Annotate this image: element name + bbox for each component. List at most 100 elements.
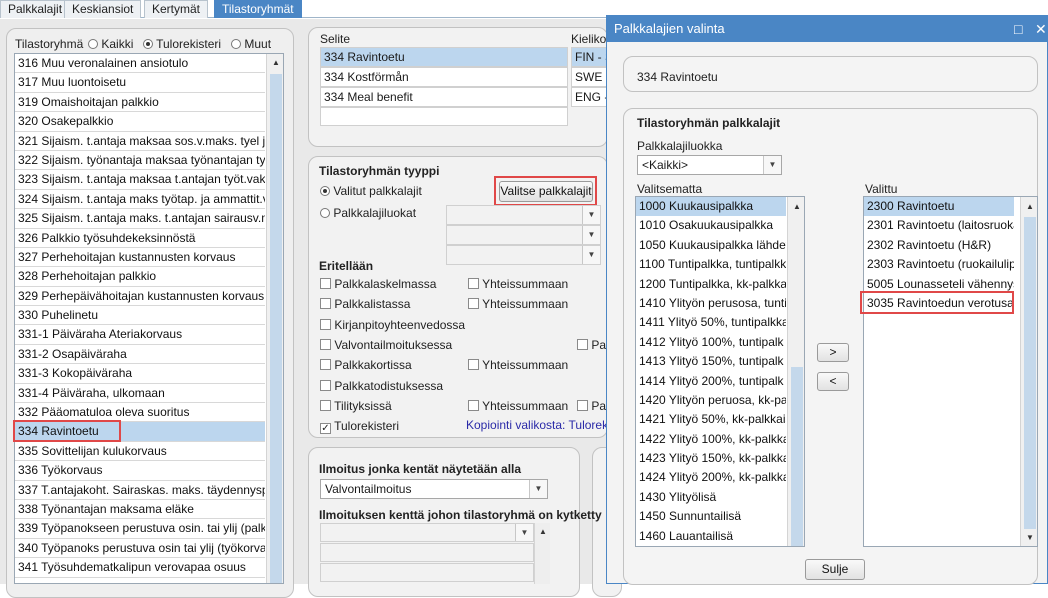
checkbox-palkkalistassa[interactable]: Palkkalistassa [320,297,410,311]
unselected-item[interactable]: 1424 Ylityö 200%, kk-palkka [636,468,786,487]
scroll-up-icon[interactable]: ▲ [1023,200,1037,214]
kentta-scrollbar[interactable]: ▲ [534,523,550,584]
list-item[interactable]: 317 Muu luontoisetu [15,73,265,93]
checkbox-yhteissummaan[interactable]: Yhteissummaan [468,358,568,372]
list-item[interactable]: 329 Perhepäivähoitajan kustannusten korv… [15,287,265,307]
checkbox-palkkalaskelmassa[interactable]: Palkkalaskelmassa [320,277,436,291]
selite-row-fin[interactable]: 334 Ravintoetu [320,47,568,67]
radio-kaikki[interactable]: Kaikki [88,37,133,51]
tab-palkkalajit[interactable]: Palkkalajit [0,0,71,18]
checkbox-palkkakortissa[interactable]: Palkkakortissa [320,358,412,372]
list-item[interactable]: 326 Palkkio työsuhdekeksinnöstä [15,229,265,248]
unselected-list[interactable]: 1000 Kuukausipalkka 1010 Osakuukausipalkk… [635,196,805,547]
unselected-item[interactable]: 1414 Ylityö 200%, tuntipalk [636,372,786,391]
unselected-item[interactable]: 1421 Ylityö 50%, kk-palkkais [636,410,786,429]
checkbox-yhteissummaan[interactable]: Yhteissummaan [468,399,568,413]
unselected-item[interactable]: 1413 Ylityö 150%, tuntipalk [636,352,786,371]
scroll-thumb[interactable] [791,367,803,546]
scroll-thumb[interactable] [270,74,282,583]
scroll-up-icon[interactable]: ▲ [790,200,804,214]
list-item[interactable]: 331-2 Osapäiväraha [15,345,265,365]
list-item[interactable]: 327 Perhehoitajan kustannusten korvaus [15,248,265,268]
unselected-item[interactable]: 1423 Ylityö 150%, kk-palkka [636,449,786,468]
checkbox-extra[interactable]: Pa [577,399,606,413]
selite-lang-fin[interactable]: FIN - S [571,47,611,67]
list-item[interactable]: 330 Puhelinetu [15,306,265,326]
kielikoodi-header: Kieliko [571,32,607,46]
checkbox-kirjanpitoyhteenvedossa[interactable]: Kirjanpitoyhteenvedossa [320,318,465,332]
unselected-item[interactable]: 1411 Ylityö 50%, tuntipalkka [636,313,786,332]
list-item[interactable]: 341 Työsuhdematkalipun verovapaa osuus [15,558,265,578]
unselected-item[interactable]: 1420 Ylityön peruosa, kk-pal [636,391,786,410]
unselected-item[interactable]: 1450 Sunnuntailisä [636,507,786,526]
selected-item[interactable]: 2300 Ravintoetu [864,197,1014,217]
list-item[interactable]: 322 Sijaism. työnantaja maksaa työnantaj… [15,151,265,171]
list-item[interactable]: 325 Sijaism. t.antaja maks. t.antajan sa… [15,209,265,229]
list-item[interactable]: 331-4 Päiväraha, ulkomaan [15,384,265,404]
close-icon[interactable]: ✕ [1035,16,1047,42]
unselected-item[interactable]: 1000 Kuukausipalkka [636,197,786,217]
selite-row-eng[interactable]: 334 Meal benefit [320,87,568,107]
radio-muut[interactable]: Muut [231,37,271,51]
ilmoitus-combo[interactable]: Valvontailmoitus ▼ [320,479,548,499]
selected-list[interactable]: 2300 Ravintoetu 2301 Ravintoetu (laitosru… [863,196,1038,547]
list-item[interactable]: 336 Työkorvaus [15,461,265,481]
selected-item[interactable]: 2302 Ravintoetu (H&R) [864,236,1014,255]
add-button[interactable]: > [817,343,849,362]
list-item[interactable]: 321 Sijaism. t.antaja maksaa sos.v.maks.… [15,132,265,151]
unselected-item[interactable]: 1460 Lauantailisä [636,527,786,546]
unselected-item[interactable]: 1010 Osakuukausipalkka [636,216,786,235]
list-item[interactable]: 328 Perhehoitajan palkkio [15,267,265,287]
checkbox-palkkatodistuksessa[interactable]: Palkkatodistuksessa [320,379,443,393]
unselected-item[interactable]: 1422 Ylityö 100%, kk-palkka [636,430,786,449]
tab-tilastoryhmat[interactable]: Tilastoryhmät [214,0,302,18]
eritellaan-title: Eritellään [319,259,374,273]
palkkalajiluokka-combo[interactable]: <Kaikki> ▼ [637,155,782,175]
kopiointi-link[interactable]: Kopiointi valikosta: Tulorekis [466,418,617,432]
list-item[interactable]: 316 Muu veronalainen ansiotulo [15,54,265,74]
unselected-item[interactable]: 1410 Ylityön perusosa, tuntip [636,294,786,313]
remove-button[interactable]: < [817,372,849,391]
list-item[interactable]: 335 Sovittelijan kulukorvaus [15,442,265,462]
radio-palkkalajiluokat[interactable]: Palkkalajiluokat [320,206,416,220]
list-item[interactable]: 319 Omaishoitajan palkkio [15,93,265,113]
list-item[interactable]: 324 Sijaism. t.antaja maks työtap. ja am… [15,190,265,210]
list-item[interactable]: 331-3 Kokopäiväraha [15,364,265,384]
unselected-item[interactable]: 1050 Kuukausipalkka lähdev [636,236,786,255]
checkbox-extra[interactable]: Pa [577,338,606,352]
tab-keskiansiot[interactable]: Keskiansiot [64,0,142,18]
list-item[interactable]: 337 T.antajakoht. Sairaskas. maks. täyde… [15,481,265,500]
scroll-up-icon[interactable]: ▲ [269,56,283,70]
list-item[interactable]: 339 Työpanokseen perustuva osin. tai yli… [15,519,265,539]
scroll-down-icon[interactable]: ▼ [1023,531,1037,545]
selite-lang-eng[interactable]: ENG - [571,87,611,107]
unselected-item[interactable]: 1412 Ylityö 100%, tuntipalk [636,333,786,352]
list-item[interactable]: 338 Työnantajan maksama eläke [15,500,265,520]
checkbox-yhteissummaan[interactable]: Yhteissummaan [468,297,568,311]
list-item[interactable]: 331-1 Päiväraha Ateriakorvaus [15,325,265,345]
scroll-thumb[interactable] [1024,217,1036,529]
tilastoryhma-list[interactable]: 316 Muu veronalainen ansiotulo 317 Muu lu… [14,53,284,584]
unselected-item[interactable]: 1100 Tuntipalkka, tuntipalkk [636,255,786,274]
unselected-item[interactable]: 1200 Tuntipalkka, kk-palkkai [636,275,786,294]
list-item[interactable]: 320 Osakepalkkio [15,112,265,132]
maximize-icon[interactable]: □ [1014,16,1022,42]
checkbox-tilityksiss[interactable]: Tilityksissä [320,399,392,413]
selected-item[interactable]: 2301 Ravintoetu (laitosruoka [864,216,1014,235]
tab-kertymat[interactable]: Kertymät [144,0,209,18]
sulje-button[interactable]: Sulje [805,559,865,580]
radio-valitut-palkkalajit[interactable]: Valitut palkkalajit [320,184,422,198]
unselected-item[interactable]: 1430 Ylityölisä [636,488,786,507]
selected-scrollbar[interactable]: ▲ ▼ [1020,197,1037,546]
selite-row-swe[interactable]: 334 Kostförmån [320,67,568,87]
radio-tulorekisteri[interactable]: Tulorekisteri [143,37,221,51]
selite-lang-swe[interactable]: SWE - S [571,67,611,87]
list-scrollbar[interactable]: ▲ [266,54,283,583]
list-item[interactable]: 323 Sijaism. t.antaja maksaa t.antajan t… [15,170,265,190]
checkbox-yhteissummaan[interactable]: Yhteissummaan [468,277,568,291]
list-item[interactable]: 340 Työpanoks perustuva osin tai ylij (t… [15,539,265,559]
checkbox-valvontailmoituksessa[interactable]: Valvontailmoituksessa [320,338,452,352]
selected-item[interactable]: 2303 Ravintoetu (ruokailulip [864,255,1014,274]
unselected-scrollbar[interactable]: ▲ [787,197,804,546]
checkbox-tulorekisteri[interactable]: ✓ Tulorekisteri [320,419,399,435]
